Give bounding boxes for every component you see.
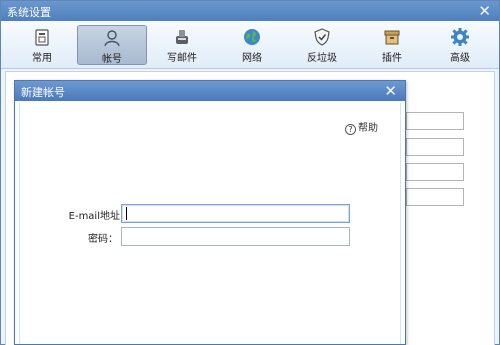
tab-antispam-label: 反垃圾 xyxy=(307,53,337,64)
dialog-title-bar[interactable]: 新建帐号 ✕ xyxy=(15,81,405,101)
new-account-dialog: 新建帐号 ✕ ? 帮助 E-mail地址： 密码： xyxy=(14,80,406,345)
settings-title-bar[interactable]: 系统设置 ✕ xyxy=(1,1,499,21)
email-field[interactable] xyxy=(121,204,350,223)
write-mail-icon xyxy=(176,30,188,44)
tab-accounts[interactable]: 帐号 xyxy=(77,25,147,65)
tab-general[interactable]: 常用 xyxy=(7,25,77,65)
box-icon xyxy=(384,30,400,45)
tab-general-label: 常用 xyxy=(32,53,52,64)
background-field[interactable] xyxy=(406,163,464,181)
tab-compose-label: 写邮件 xyxy=(167,53,197,64)
email-input-row xyxy=(20,204,402,224)
help-label: 帮助 xyxy=(358,123,378,134)
tab-accounts-label: 帐号 xyxy=(102,54,122,65)
background-field[interactable] xyxy=(406,112,464,130)
password-input-row xyxy=(20,227,402,247)
dialog-body: ? 帮助 E-mail地址： 密码： xyxy=(19,103,401,344)
window-close-button[interactable]: ✕ xyxy=(478,2,491,20)
tab-antispam[interactable]: 反垃圾 xyxy=(287,25,357,65)
help-link[interactable]: ? 帮助 xyxy=(345,119,378,135)
user-icon xyxy=(104,30,120,47)
help-icon: ? xyxy=(345,124,356,135)
tab-compose[interactable]: 写邮件 xyxy=(147,25,217,65)
background-field[interactable] xyxy=(406,138,464,156)
dialog-close-button[interactable]: ✕ xyxy=(384,82,397,100)
globe-icon xyxy=(244,29,260,45)
tab-network[interactable]: 网络 xyxy=(217,25,287,65)
gear-icon xyxy=(451,28,469,46)
calendar-icon xyxy=(35,29,49,46)
window-title: 系统设置 xyxy=(7,6,51,19)
tab-plugins-label: 插件 xyxy=(382,53,402,64)
shield-icon xyxy=(314,28,330,46)
password-field[interactable] xyxy=(121,227,350,246)
text-caret xyxy=(126,207,127,220)
tab-plugins[interactable]: 插件 xyxy=(357,25,427,65)
dialog-title: 新建帐号 xyxy=(21,86,65,99)
tab-advanced-label: 高级 xyxy=(450,53,470,64)
settings-toolbar: 常用 帐号 写邮件 网络 反垃圾 插件 高级 xyxy=(1,21,499,69)
tab-network-label: 网络 xyxy=(242,53,262,64)
background-field[interactable] xyxy=(406,188,464,206)
tab-advanced[interactable]: 高级 xyxy=(425,25,495,65)
